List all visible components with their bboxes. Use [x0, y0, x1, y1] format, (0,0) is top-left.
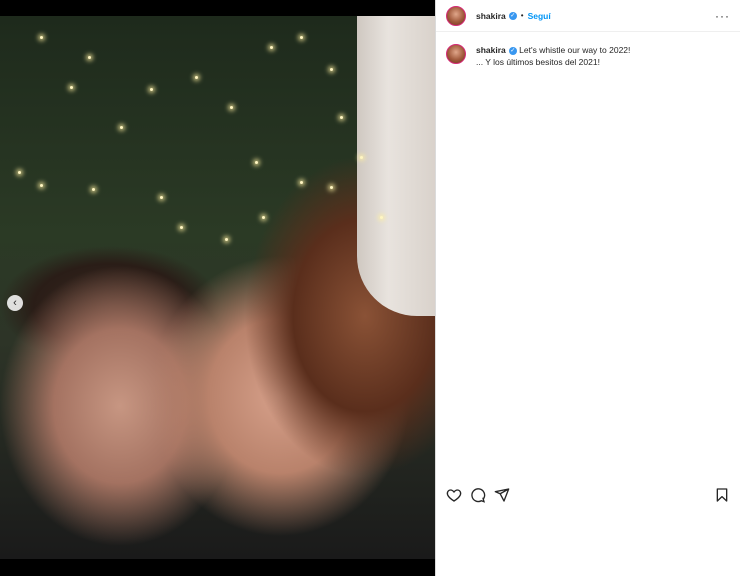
- follow-button[interactable]: Seguí: [528, 11, 551, 21]
- fairy-light: [92, 188, 95, 191]
- fairy-light: [270, 46, 273, 49]
- bookmark-icon[interactable]: [714, 487, 730, 503]
- fairy-light: [160, 196, 163, 199]
- share-icon[interactable]: [494, 487, 510, 503]
- username-link[interactable]: shakira: [476, 11, 506, 21]
- fairy-light: [180, 226, 183, 229]
- caption-line-2: ... Y los últimos besitos del 2021!: [476, 57, 600, 67]
- comment-icon[interactable]: [470, 487, 486, 503]
- fairy-light: [340, 116, 343, 119]
- curtain-background: [357, 16, 435, 316]
- verified-badge-icon: ✓: [508, 11, 517, 20]
- fairy-light: [70, 86, 73, 89]
- post-actions: [436, 486, 740, 504]
- separator-dot: •: [520, 11, 524, 20]
- caption-text: shakira ✓ Let's whistle our way to 2022! …: [476, 44, 630, 68]
- verified-badge-icon: ✓: [508, 46, 517, 55]
- avatar[interactable]: [446, 5, 466, 26]
- fairy-light: [380, 216, 383, 219]
- carousel-prev-button[interactable]: ‹: [7, 295, 23, 311]
- caption-line-1: Let's whistle our way to 2022!: [519, 45, 631, 55]
- fairy-light: [230, 106, 233, 109]
- post-header: shakira ✓ • Seguí ···: [436, 0, 740, 32]
- fairy-light: [330, 68, 333, 71]
- fairy-light: [225, 238, 228, 241]
- fairy-light: [40, 184, 43, 187]
- fairy-light: [88, 56, 91, 59]
- fairy-light: [360, 156, 363, 159]
- fairy-light: [18, 171, 21, 174]
- fairy-light: [300, 36, 303, 39]
- caption-avatar[interactable]: [446, 44, 466, 64]
- post-side-panel: shakira ✓ • Seguí ··· shakira ✓ Let's whi…: [435, 0, 740, 576]
- heart-icon[interactable]: [446, 487, 462, 503]
- fairy-light: [300, 181, 303, 184]
- post-caption: shakira ✓ Let's whistle our way to 2022! …: [436, 32, 740, 68]
- chevron-left-icon: ‹: [13, 296, 17, 309]
- more-icon[interactable]: ···: [715, 9, 730, 23]
- caption-username[interactable]: shakira: [476, 45, 506, 55]
- fairy-light: [120, 126, 123, 129]
- fairy-light: [195, 76, 198, 79]
- fairy-light: [150, 88, 153, 91]
- fairy-light: [40, 36, 43, 39]
- fairy-light: [262, 216, 265, 219]
- fairy-light: [255, 161, 258, 164]
- post-media-photo[interactable]: ‹: [0, 16, 435, 559]
- fairy-light: [330, 186, 333, 189]
